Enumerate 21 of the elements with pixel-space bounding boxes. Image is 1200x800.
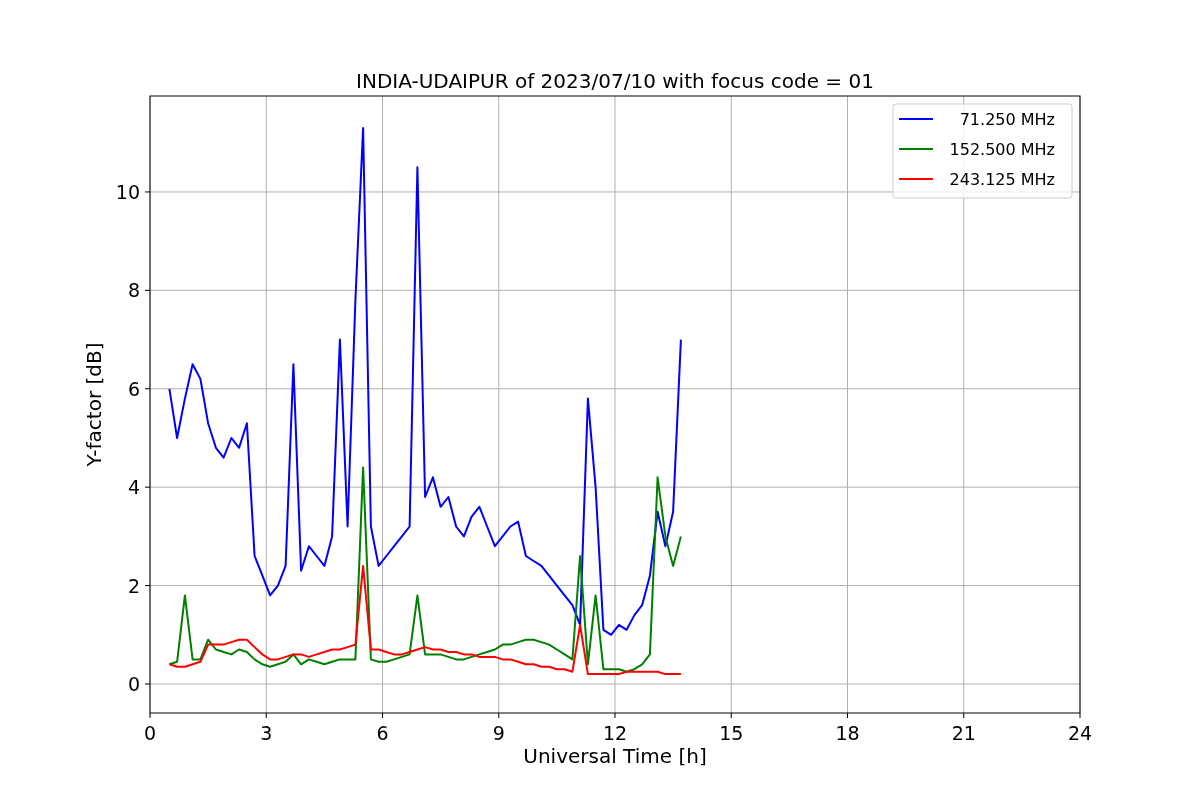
y-tick-label: 4 [127, 476, 140, 499]
legend-label: 152.500 MHz [949, 140, 1055, 159]
y-tick-label: 10 [115, 180, 140, 203]
y-tick-label: 8 [127, 279, 140, 302]
legend-label: 243.125 MHz [949, 170, 1055, 189]
x-tick-label: 6 [376, 722, 389, 744]
x-tick-label: 3 [260, 722, 273, 744]
x-tick-label: 21 [951, 722, 976, 744]
chart-title: INDIA-UDAIPUR of 2023/07/10 with focus code = 01 [356, 69, 874, 93]
x-tick-label: 12 [602, 722, 628, 744]
y-tick-label: 6 [127, 377, 140, 400]
y-tick-label: 0 [127, 672, 140, 695]
legend-label: 71.250 MHz [959, 110, 1055, 129]
y-tick-label: 2 [127, 574, 140, 597]
x-tick-label: 18 [835, 722, 860, 744]
x-tick-label: 0 [143, 722, 157, 744]
y-axis-label: Y-factor [dB] [82, 342, 106, 467]
x-tick-label: 15 [719, 722, 744, 744]
x-tick-label: 9 [492, 722, 505, 744]
x-tick-label: 24 [1067, 722, 1093, 744]
x-axis-label: Universal Time [h] [523, 744, 707, 768]
